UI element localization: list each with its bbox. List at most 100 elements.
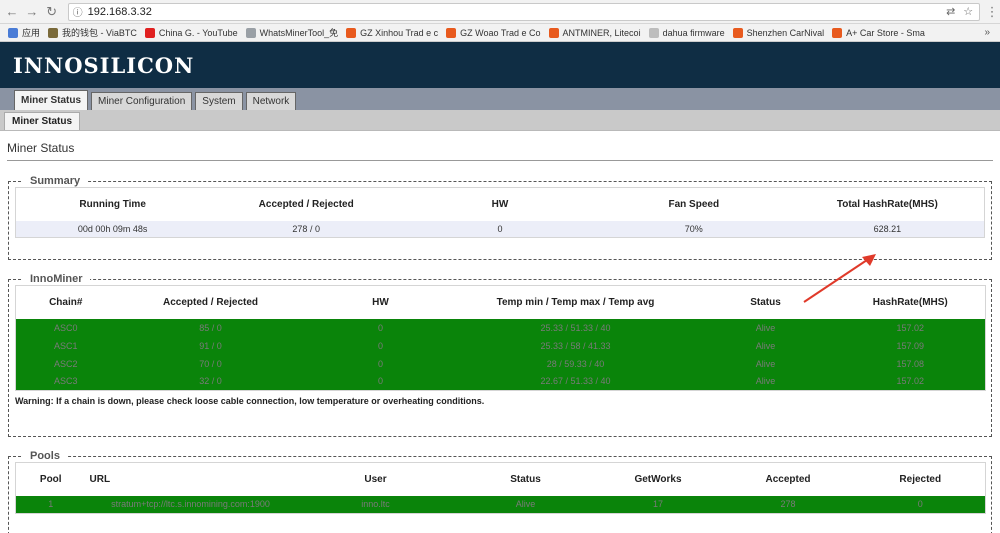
bookmark-favicon-icon [8, 27, 18, 38]
bookmark-label: WhatsMinerTool_免 [259, 28, 339, 38]
cell-chain: ASC3 [15, 372, 116, 391]
summary-data-row: 00d 00h 09m 48s 278 / 0 0 70% 628.21 [15, 220, 985, 238]
bookmark-favicon-icon [648, 27, 659, 38]
cell-hw: 0 [305, 354, 456, 373]
col-getworks: GetWorks [595, 462, 721, 496]
reload-icon[interactable]: ↻ [44, 4, 60, 20]
bookmark-label: China G. - YouTube [158, 27, 238, 38]
cell-hashrate: 157.08 [835, 354, 986, 373]
bookmarks-bar: 应用 我的钱包 - ViaBTC China G. - YouTube WhatsMi… [0, 24, 1000, 42]
bookmark-label: dahua firmware [662, 27, 725, 38]
cell-hw: 0 [305, 318, 456, 337]
cell-pool: 1 [15, 495, 86, 514]
bookmark-label: 应用 [22, 28, 41, 38]
app-header: INNOSILICON [0, 42, 1000, 88]
col-accepted: Accepted [720, 462, 856, 496]
tab-system[interactable]: System [195, 92, 243, 110]
page-title: Miner Status [7, 141, 993, 161]
cell-running-time: 00d 00h 09m 48s [15, 220, 210, 238]
bookmark-item[interactable]: dahua firmware [648, 27, 725, 38]
cell-hashrate: 157.09 [835, 336, 986, 355]
bookmark-label: GZ Woao Trad e Co [460, 27, 541, 38]
cell-chain: ASC2 [15, 354, 116, 373]
col-chain: Chain# [15, 285, 116, 319]
col-rejected: Rejected [855, 462, 986, 496]
chain-row: ASC2 70 / 0 0 28 / 59.33 / 40 Alive 157.08 [15, 354, 986, 373]
col-hw: HW [403, 187, 597, 221]
col-accepted-rejected: Accepted / Rejected [115, 285, 306, 319]
cell-url: stratum+tcp://ltc.s.innomining.com:1900 [85, 495, 296, 514]
cell-status: Alive [695, 336, 836, 355]
cell-total-hashrate: 628.21 [790, 220, 985, 238]
bookmark-favicon-icon [832, 27, 843, 38]
cell-accepted-rejected: 278 / 0 [209, 220, 404, 238]
chain-row: ASC0 85 / 0 0 25.33 / 51.33 / 40 Alive 157.02 [15, 318, 986, 337]
bookmark-favicon-icon [548, 27, 559, 38]
bookmark-label: A+ Car Store - Sma [846, 27, 925, 38]
pools-table: Pool URL User Status GetWorks Accepted R… [15, 462, 986, 514]
col-fan-speed: Fan Speed [596, 187, 791, 221]
cell-user: inno.ltc [295, 495, 456, 514]
cell-accepted-rejected: 91 / 0 [115, 336, 306, 355]
summary-header-row: Running Time Accepted / Rejected HW Fan … [15, 187, 985, 221]
brand-logo: INNOSILICON [13, 52, 195, 78]
col-status: Status [455, 462, 596, 496]
cell-fan-speed: 70% [596, 220, 791, 238]
tab-network[interactable]: Network [245, 92, 297, 110]
sub-tabs: Miner Status [0, 110, 1000, 131]
info-icon[interactable]: ⓘ [73, 4, 83, 19]
tab-miner-status[interactable]: Miner Status [14, 90, 89, 110]
bookmark-item[interactable]: ANTMINER, Litecoi [548, 27, 641, 38]
pools-section: Pools Pool URL User Status GetWorks Acce… [8, 450, 992, 533]
summary-legend: Summary [23, 175, 88, 187]
col-pool: Pool [15, 462, 86, 496]
cell-status: Alive [695, 318, 836, 337]
chain-row: ASC3 32 / 0 0 22.67 / 51.33 / 40 Alive 157.02 [15, 372, 986, 391]
bookmark-item[interactable]: GZ Xinhou Trad e c [346, 27, 438, 38]
cell-chain: ASC0 [15, 318, 116, 337]
cell-accepted-rejected: 70 / 0 [115, 354, 306, 373]
summary-section: Summary Running Time Accepted / Rejected… [8, 175, 992, 260]
translate-icon[interactable]: ⇄ [946, 5, 955, 18]
menu-icon[interactable]: ⋮ [984, 4, 1000, 20]
col-user: User [295, 462, 456, 496]
bookmark-label: Shenzhen CarNival [746, 27, 825, 38]
main-tabs: Miner Status Miner Configuration System … [0, 88, 1000, 110]
star-icon[interactable]: ☆ [963, 5, 973, 18]
bookmarks-overflow-icon[interactable]: » [984, 27, 1000, 38]
bookmark-favicon-icon [346, 27, 357, 38]
cell-temperature: 25.33 / 51.33 / 40 [455, 318, 696, 337]
pools-header-row: Pool URL User Status GetWorks Accepted R… [15, 462, 986, 496]
bookmark-favicon-icon [245, 27, 256, 38]
subtab-miner-status[interactable]: Miner Status [4, 112, 81, 130]
cell-hw: 0 [403, 220, 597, 238]
bookmark-item[interactable]: Shenzhen CarNival [732, 27, 825, 38]
col-running-time: Running Time [15, 187, 210, 221]
address-bar[interactable]: ⓘ 192.168.3.32 ⇄ ☆ [67, 2, 981, 21]
warning-text: Warning: If a chain is down, please chec… [15, 396, 485, 406]
cell-getworks: 17 [595, 495, 721, 514]
tab-miner-configuration[interactable]: Miner Configuration [91, 92, 193, 110]
bookmark-item[interactable]: 我的钱包 - ViaBTC [48, 26, 137, 39]
bookmark-item[interactable]: A+ Car Store - Sma [832, 27, 925, 38]
back-icon[interactable]: ← [4, 4, 20, 19]
cell-accepted: 278 [720, 495, 856, 514]
forward-icon[interactable]: → [24, 4, 40, 19]
annotation-arrow [803, 254, 876, 303]
cell-temperature: 25.33 / 58 / 41.33 [455, 336, 696, 355]
bookmark-favicon-icon [48, 27, 59, 38]
col-total-hashrate: Total HashRate(MHS) [790, 187, 985, 221]
browser-toolbar: ← → ↻ ⓘ 192.168.3.32 ⇄ ☆ ⋮ [0, 0, 1000, 24]
col-temperature: Temp min / Temp max / Temp avg [455, 285, 696, 319]
cell-temperature: 28 / 59.33 / 40 [455, 354, 696, 373]
cell-status: Alive [455, 495, 596, 514]
bookmark-item[interactable]: China G. - YouTube [144, 27, 238, 38]
bookmark-item[interactable]: GZ Woao Trad e Co [446, 27, 541, 38]
chain-row: ASC1 91 / 0 0 25.33 / 58 / 41.33 Alive 157.09 [15, 336, 986, 355]
bookmark-item[interactable]: WhatsMinerTool_免 [245, 26, 339, 39]
cell-accepted-rejected: 85 / 0 [115, 318, 306, 337]
cell-hashrate: 157.02 [835, 318, 986, 337]
cell-status: Alive [695, 354, 836, 373]
bookmark-item[interactable]: 应用 [8, 26, 40, 39]
bookmark-favicon-icon [144, 27, 155, 38]
